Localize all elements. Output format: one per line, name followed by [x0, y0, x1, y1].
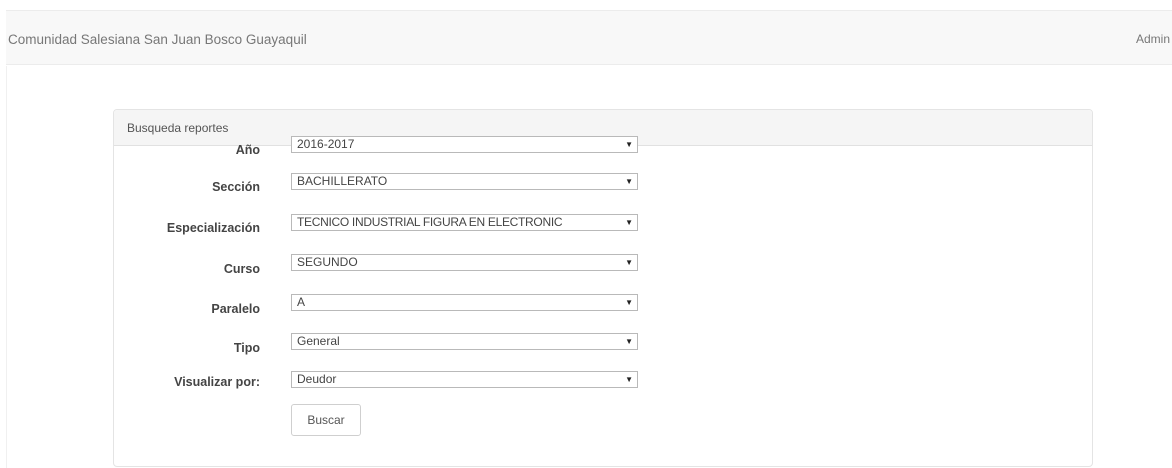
label-visualizar-por: Visualizar por:	[174, 375, 260, 389]
select-seccion[interactable]: BACHILLERATO ▼	[291, 173, 638, 190]
select-tipo[interactable]: General ▼	[291, 333, 638, 350]
label-tipo: Tipo	[233, 341, 260, 355]
select-curso[interactable]: SEGUNDO ▼	[291, 254, 638, 271]
select-paralelo[interactable]: A ▼	[291, 294, 638, 311]
chevron-down-icon: ▼	[625, 375, 633, 384]
chevron-down-icon: ▼	[625, 337, 633, 346]
label-curso: Curso	[223, 262, 260, 276]
select-visualizar-por[interactable]: Deudor ▼	[291, 371, 638, 388]
user-menu-admin[interactable]: Admin	[1136, 32, 1170, 46]
label-paralelo: Paralelo	[211, 302, 260, 316]
select-visualizar-por-value: Deudor	[297, 372, 337, 386]
label-seccion: Sección	[212, 180, 260, 194]
select-seccion-value: BACHILLERATO	[297, 174, 388, 188]
select-anio[interactable]: 2016-2017 ▼	[291, 136, 638, 153]
label-anio: Año	[235, 143, 260, 157]
search-button[interactable]: Buscar	[291, 404, 361, 436]
search-panel: Busqueda reportes	[113, 109, 1093, 467]
chevron-down-icon: ▼	[625, 298, 633, 307]
chevron-down-icon: ▼	[625, 258, 633, 267]
select-paralelo-value: A	[297, 295, 306, 309]
chevron-down-icon: ▼	[625, 140, 633, 149]
chevron-down-icon: ▼	[625, 177, 633, 186]
chevron-down-icon: ▼	[625, 218, 633, 227]
select-curso-value: SEGUNDO	[297, 255, 358, 269]
select-anio-value: 2016-2017	[297, 137, 355, 151]
select-especializacion[interactable]: TECNICO INDUSTRIAL FIGURA EN ELECTRONIC …	[291, 214, 638, 231]
select-especializacion-value: TECNICO INDUSTRIAL FIGURA EN ELECTRONIC	[297, 215, 563, 229]
label-especializacion: Especialización	[166, 221, 260, 235]
brand-title[interactable]: Comunidad Salesiana San Juan Bosco Guaya…	[8, 32, 307, 47]
top-navbar: Comunidad Salesiana San Juan Bosco Guaya…	[6, 10, 1172, 65]
select-tipo-value: General	[297, 334, 340, 348]
